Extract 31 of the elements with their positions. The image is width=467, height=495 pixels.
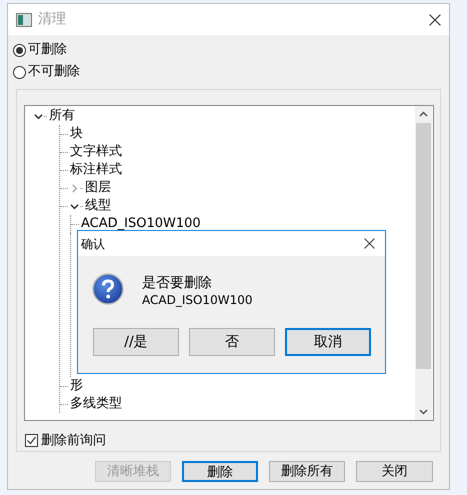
chevron-down-icon[interactable] [70, 202, 79, 210]
close-icon[interactable] [364, 238, 375, 249]
tree-item[interactable]: 形 [70, 377, 83, 395]
tree-item[interactable]: 标注样式 [70, 161, 122, 179]
window-title: 清理 [38, 10, 67, 29]
dialog-button[interactable]: 关闭 [356, 461, 433, 482]
tree-item[interactable]: 文字样式 [70, 143, 122, 161]
dialog-title: 确认 [81, 236, 106, 252]
question-icon [92, 273, 124, 305]
dialog-button[interactable]: 取消 [285, 328, 371, 356]
dialog-button[interactable]: 否 [189, 328, 275, 356]
confirm-message: 是否要删除 [142, 274, 213, 292]
tree-item[interactable]: 块 [70, 125, 83, 143]
dialog-button[interactable]: 删除 [182, 461, 258, 482]
tree-item[interactable]: ACAD_ISO10W100 [81, 215, 201, 233]
tree-item[interactable]: 线型 [85, 197, 111, 215]
dialog-button[interactable]: //是 [93, 328, 179, 356]
window-icon [16, 12, 32, 26]
checkbox[interactable] [25, 434, 38, 448]
radio-button[interactable] [13, 66, 26, 78]
radio-label[interactable]: 可删除 [28, 40, 67, 60]
tree-item[interactable]: 所有 [49, 107, 75, 125]
tree-item[interactable]: 图层 [85, 179, 111, 197]
chevron-down-icon[interactable] [34, 112, 43, 120]
dialog-button[interactable]: 删除所有 [269, 461, 345, 482]
radio-label[interactable]: 不可删除 [28, 62, 80, 82]
item-name: ACAD_ISO10W100 [142, 292, 252, 308]
close-icon[interactable] [429, 14, 441, 26]
checkbox-label[interactable]: 删除前询问 [41, 431, 106, 450]
radio-button[interactable] [13, 44, 26, 56]
tree-item[interactable]: 多线类型 [70, 395, 122, 413]
